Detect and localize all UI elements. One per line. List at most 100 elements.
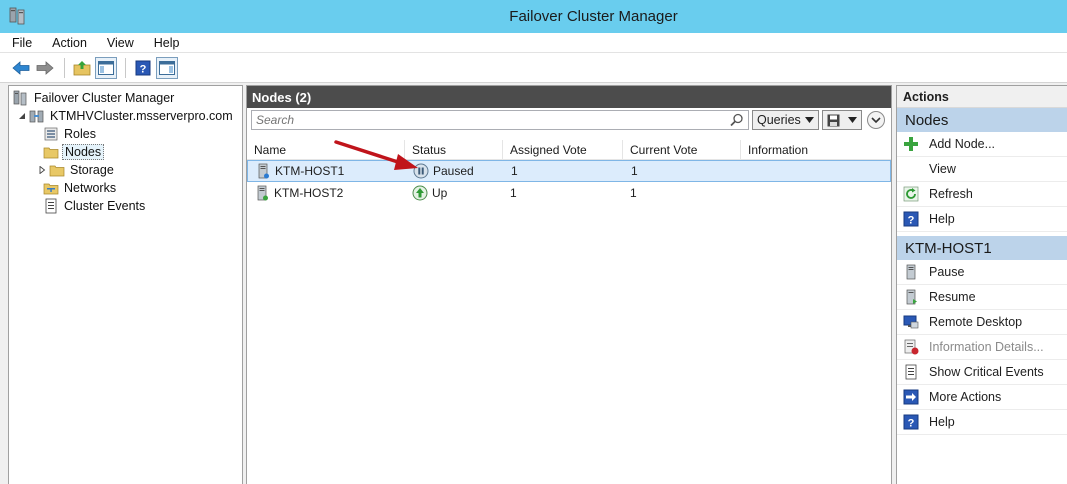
action-information-details[interactable]: Information Details... <box>897 335 1067 360</box>
actions-pane: Actions Nodes Add Node... View Refresh ?… <box>896 85 1067 484</box>
tree-label: Cluster Events <box>64 199 146 213</box>
queries-label: Queries <box>757 113 801 127</box>
search-row: Queries <box>247 108 891 132</box>
column-header-information[interactable]: Information <box>741 140 889 160</box>
critical-events-icon <box>903 364 919 380</box>
expanded-triangle-icon[interactable] <box>17 111 27 121</box>
cell-current-vote: 1 <box>630 186 637 200</box>
collapsed-triangle-icon[interactable] <box>37 165 47 175</box>
information-details-icon <box>903 339 919 355</box>
action-refresh[interactable]: Refresh <box>897 182 1067 207</box>
dropdown-arrow-icon <box>804 117 814 123</box>
nodes-folder-icon <box>43 144 59 160</box>
tree-node-failover-cluster-manager[interactable]: Failover Cluster Manager <box>9 89 242 107</box>
tree-label: Roles <box>64 127 96 141</box>
console-tree: Failover Cluster Manager KTMHVCluster.ms… <box>8 85 243 484</box>
action-resume[interactable]: Resume <box>897 285 1067 310</box>
tree-node-networks[interactable]: Networks <box>9 179 242 197</box>
action-show-critical-events[interactable]: Show Critical Events <box>897 360 1067 385</box>
action-pause[interactable]: Pause <box>897 260 1067 285</box>
action-group-nodes[interactable]: Nodes <box>897 108 1067 132</box>
help-button[interactable]: ? <box>132 57 154 79</box>
search-input[interactable] <box>252 111 748 129</box>
forward-button[interactable] <box>34 57 56 79</box>
action-remote-desktop[interactable]: Remote Desktop <box>897 310 1067 335</box>
node-name: KTM-HOST2 <box>274 186 344 200</box>
up-one-level-button[interactable] <box>71 57 93 79</box>
tree-label: Nodes <box>62 144 105 160</box>
tree-node-roles[interactable]: Roles <box>9 125 242 143</box>
search-box[interactable] <box>251 110 749 130</box>
column-header-assigned-vote[interactable]: Assigned Vote <box>503 140 623 160</box>
action-pane-icon <box>159 61 175 75</box>
chevron-down-icon <box>871 116 881 123</box>
server-node-icon <box>255 163 271 179</box>
queries-button[interactable]: Queries <box>752 110 819 130</box>
tree-node-nodes[interactable]: Nodes <box>9 143 242 161</box>
pane-title: Nodes (2) <box>247 86 891 108</box>
cell-information <box>741 183 889 203</box>
svg-text:?: ? <box>140 64 147 76</box>
toolbar-separator <box>125 58 126 78</box>
tree-node-storage[interactable]: Storage <box>9 161 242 179</box>
table-row[interactable]: KTM-HOST2 Up 1 1 <box>247 182 891 204</box>
column-header-current-vote[interactable]: Current Vote <box>623 140 741 160</box>
nodes-grid: Name Status Assigned Vote Current Vote I… <box>247 140 891 204</box>
collapse-button[interactable] <box>866 111 885 129</box>
menu-action[interactable]: Action <box>50 36 89 50</box>
resume-node-icon <box>903 289 919 305</box>
console-tree-icon <box>98 61 114 75</box>
tree-label: Failover Cluster Manager <box>34 91 175 105</box>
cell-information <box>742 161 890 181</box>
menu-bar: File Action View Help <box>0 33 1067 53</box>
save-icon <box>827 114 840 126</box>
cell-name: KTM-HOST2 <box>247 183 405 203</box>
back-button[interactable] <box>10 57 32 79</box>
node-status: Up <box>432 186 448 200</box>
storage-folder-icon <box>49 162 65 178</box>
tree-label: Storage <box>70 163 114 177</box>
cluster-manager-icon <box>9 7 25 25</box>
tree-node-cluster[interactable]: KTMHVCluster.msserverpro.com <box>9 107 242 125</box>
save-query-button[interactable] <box>821 110 862 130</box>
table-row[interactable]: KTM-HOST1 Paused 1 1 <box>247 160 891 182</box>
action-group-ktm-host1[interactable]: KTM-HOST1 <box>897 236 1067 260</box>
show-hide-action-pane-button[interactable] <box>156 57 178 79</box>
networks-icon <box>43 180 59 196</box>
remote-desktop-icon <box>903 314 919 330</box>
column-header-status[interactable]: Status <box>405 140 503 160</box>
action-view[interactable]: View <box>897 157 1067 182</box>
node-name: KTM-HOST1 <box>275 164 345 178</box>
search-icon[interactable] <box>730 113 744 127</box>
cell-status: Up <box>405 183 503 203</box>
action-add-node[interactable]: Add Node... <box>897 132 1067 157</box>
show-hide-console-tree-button[interactable] <box>95 57 117 79</box>
more-actions-icon <box>903 389 919 405</box>
server-node-icon <box>254 185 270 201</box>
menu-file[interactable]: File <box>10 36 34 50</box>
action-help[interactable]: ? Help <box>897 207 1067 232</box>
tree-label: KTMHVCluster.msserverpro.com <box>50 109 233 123</box>
cell-assigned-vote: 1 <box>510 186 517 200</box>
pause-icon <box>413 163 429 179</box>
action-more-actions[interactable]: More Actions <box>897 385 1067 410</box>
cluster-icon <box>29 108 45 124</box>
back-arrow-icon <box>12 61 30 75</box>
cell-assigned-vote: 1 <box>511 164 518 178</box>
column-header-name[interactable]: Name <box>247 140 405 160</box>
menu-view[interactable]: View <box>105 36 136 50</box>
cell-current-vote: 1 <box>631 164 638 178</box>
main-frame: Failover Cluster Manager KTMHVCluster.ms… <box>0 83 1067 484</box>
svg-text:?: ? <box>908 215 915 227</box>
up-arrow-icon <box>412 185 428 201</box>
tree-node-cluster-events[interactable]: Cluster Events <box>9 197 242 215</box>
cluster-manager-icon <box>13 90 29 106</box>
menu-help[interactable]: Help <box>152 36 182 50</box>
add-node-icon <box>903 136 919 152</box>
node-status: Paused <box>433 164 474 178</box>
roles-icon <box>43 126 59 142</box>
pause-node-icon <box>903 264 919 280</box>
help-icon: ? <box>903 211 919 227</box>
folder-up-icon <box>73 61 91 76</box>
action-help-node[interactable]: ? Help <box>897 410 1067 435</box>
